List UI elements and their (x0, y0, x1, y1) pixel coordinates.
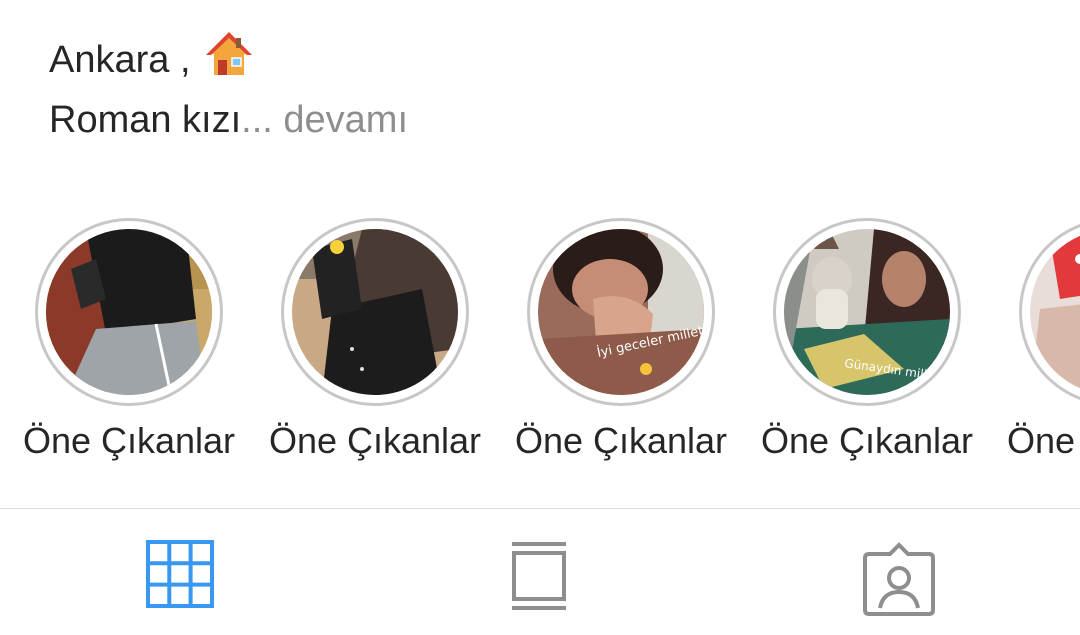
highlight-label: Öne Çıkanlar (760, 420, 974, 461)
profile-bio: Ankara , Roman kızı... devamı (49, 30, 408, 150)
bio-line-description: Roman kızı... devamı (49, 90, 408, 150)
house-emoji-icon (205, 30, 253, 96)
story-highlights-row[interactable]: Öne Çıkanlar Öne Çıkanlar İyi geceler mi… (0, 216, 1080, 476)
highlight-thumbnail (46, 229, 212, 395)
highlight-label: Öne Çıkanlar (268, 420, 482, 461)
bio-location-text: Ankara , (49, 39, 191, 81)
highlight-ring[interactable]: İyi geceler millet (527, 218, 715, 406)
highlight-ring[interactable]: Günaydın millet (773, 218, 961, 406)
highlight-thumbnail (1030, 229, 1080, 395)
grid-icon (146, 540, 214, 608)
highlight-label: Öne Çıkanlar (514, 420, 728, 461)
feed-tab[interactable] (510, 540, 568, 617)
highlight-label: Öne Çıkanlar (22, 420, 236, 461)
bio-line-location: Ankara , (49, 30, 408, 90)
highlight-label: Öne Çıkanlar (1006, 420, 1080, 461)
feed-icon (512, 542, 566, 610)
grid-tab[interactable] (146, 540, 214, 613)
tagged-tab[interactable] (863, 540, 935, 621)
highlight-ring[interactable] (1019, 218, 1080, 406)
tabs-divider (0, 508, 1080, 509)
bio-description-text: Roman kızı (49, 99, 242, 141)
tagged-person-icon (863, 542, 935, 616)
highlight-thumbnail: İyi geceler millet (538, 229, 704, 395)
highlight-ring[interactable] (35, 218, 223, 406)
highlight-thumbnail: Günaydın millet (784, 229, 950, 395)
highlight-thumbnail (292, 229, 458, 395)
highlight-ring[interactable] (281, 218, 469, 406)
bio-more-link[interactable]: ... devamı (241, 99, 408, 141)
